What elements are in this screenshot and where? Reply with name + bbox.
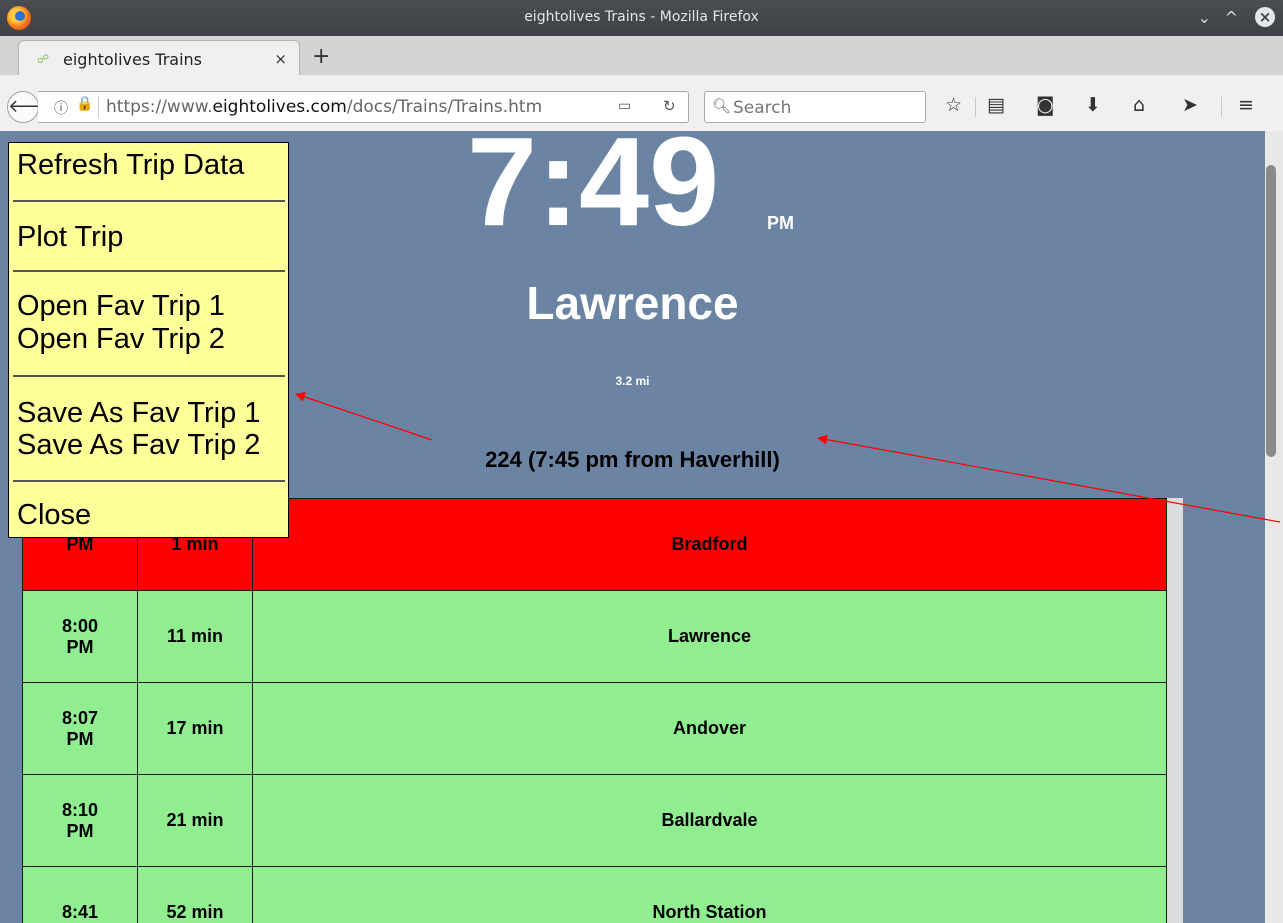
row-station: Bradford [252,498,1167,591]
row-wait: 52 min [137,866,253,923]
menu-item-open-fav-trip-1[interactable]: Open Fav Trip 1 [17,290,225,322]
menu-item-refresh-trip-data[interactable]: Refresh Trip Data [17,149,244,181]
tab-eightolives-trains[interactable]: ☍ eightolives Trains × [18,40,300,76]
menu-separator [13,375,285,377]
row-time-ampm: PM [66,636,94,657]
table-row[interactable]: 8:07 PM 17 min Andover [22,682,1167,775]
row-wait: 17 min [137,682,253,775]
library-icon[interactable]: ▤ [987,94,1005,116]
menu-item-close[interactable]: Close [17,499,91,531]
bookmark-star-icon[interactable]: ☆ [945,94,962,116]
row-time-value: 8:10 [61,799,99,820]
close-window-icon[interactable]: × [1255,7,1275,27]
row-station: Andover [252,682,1167,775]
clock-time: 7:49 [467,131,720,252]
row-time-value: 8:00 [61,615,99,636]
lock-icon[interactable]: 🔒 [76,96,93,112]
toolbar-separator [975,97,976,117]
row-time: 8:41 [22,866,138,923]
hamburger-menu-icon[interactable]: ≡ [1238,94,1254,116]
table-row[interactable]: 8:10 PM 21 min Ballardvale [22,774,1167,867]
menu-separator [13,480,285,482]
tab-close-button[interactable]: × [274,50,287,68]
tab-bar: ☍ eightolives Trains × [0,36,1283,76]
url-prefix: https://www. [106,97,213,117]
url-text[interactable]: https://www.eightolives.com/docs/Trains/… [106,97,586,117]
row-time-value: 8:41 [61,902,99,922]
window-title: eightolives Trains - Mozilla Firefox [524,9,759,25]
table-row[interactable]: 8:41 52 min North Station [22,866,1167,923]
row-time-value: 8:07 [61,707,99,728]
window-titlebar: eightolives Trains - Mozilla Firefox ⌄ ^… [0,0,1283,36]
table-row[interactable]: 8:00 PM 11 min Lawrence [22,590,1167,683]
page-content: 7:49 PM Lawrence 3.2 mi 224 (7:45 pm fro… [0,131,1265,923]
row-time-ampm: PM [66,820,94,841]
url-separator [98,96,99,118]
download-icon[interactable]: ⬇ [1085,94,1101,116]
url-domain: eightolives.com [212,97,347,117]
schedule-table: PM 1 min Bradford 8:00 PM 11 min Lawrence 8:07 P… [22,498,1167,923]
menu-item-save-fav-trip-1[interactable]: Save As Fav Trip 1 [17,397,260,429]
search-input[interactable]: 🔍︎ Search [704,91,926,123]
row-time: 8:07 PM [22,682,138,775]
url-bar[interactable]: ⓘ 🔒 https://www.eightolives.com/docs/Tra… [38,91,689,123]
row-station: Lawrence [252,590,1167,683]
table-scrollbar[interactable] [1167,498,1183,923]
clock-ampm: PM [767,213,794,233]
minimize-icon[interactable]: ⌄ [1198,8,1211,27]
trip-menu: Refresh Trip Data Plot Trip Open Fav Tri… [8,142,289,538]
maximize-icon[interactable]: ^ [1225,8,1238,27]
back-button[interactable]: 🡐 [7,91,56,123]
page-scrollbar-thumb[interactable] [1266,165,1276,457]
row-station: Ballardvale [252,774,1167,867]
menu-item-save-fav-trip-2[interactable]: Save As Fav Trip 2 [17,429,260,461]
reload-icon[interactable]: ↻ [663,97,676,115]
menu-item-open-fav-trip-2[interactable]: Open Fav Trip 2 [17,323,225,355]
home-icon[interactable]: ⌂ [1133,94,1145,116]
row-wait: 21 min [137,774,253,867]
search-placeholder: Search [733,98,792,118]
row-wait: 11 min [137,590,253,683]
row-time-ampm: PM [66,728,94,749]
row-time: 8:10 PM [22,774,138,867]
new-tab-button[interactable]: + [312,44,330,69]
send-icon[interactable]: ➤ [1182,94,1198,116]
row-station: North Station [252,866,1167,923]
search-icon: 🔍︎ [712,97,732,115]
pocket-icon[interactable]: ◙ [1036,94,1054,116]
info-icon[interactable]: ⓘ [54,98,68,118]
reader-icon[interactable]: ▭ [618,98,631,114]
row-time: 8:00 PM [22,590,138,683]
tab-favicon-icon: ☍ [37,52,50,66]
toolbar-separator [1221,97,1222,117]
menu-separator [13,200,285,202]
tab-title: eightolives Trains [63,50,202,69]
menu-separator [13,270,285,272]
navigation-bar: 🡐 ⓘ 🔒 https://www.eightolives.com/docs/T… [0,75,1283,132]
url-path: /docs/Trains/Trains.htm [346,97,543,117]
menu-item-plot-trip[interactable]: Plot Trip [17,221,123,253]
